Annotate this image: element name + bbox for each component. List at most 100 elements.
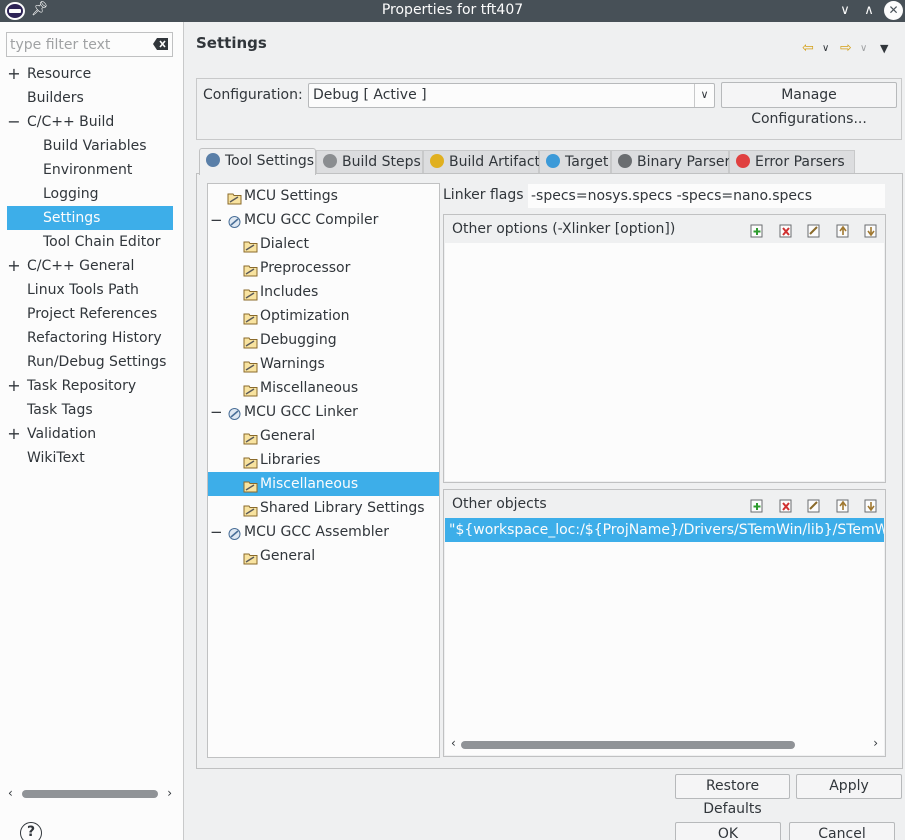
tree-item-preprocessor[interactable]: Preprocessor bbox=[208, 256, 439, 280]
tree-item-mcu-gcc-assembler[interactable]: − MCU GCC Assembler bbox=[208, 520, 439, 544]
collapse-icon[interactable]: − bbox=[210, 520, 223, 544]
sidebar-item-task-tags[interactable]: Task Tags bbox=[0, 398, 183, 422]
maximize-icon[interactable]: ∧ bbox=[859, 1, 879, 21]
cancel-button[interactable]: Cancel bbox=[789, 822, 895, 840]
tree-item-libraries[interactable]: Libraries bbox=[208, 448, 439, 472]
scrollbar-thumb[interactable] bbox=[22, 790, 158, 798]
sidebar-item-run-debug-settings[interactable]: Run/Debug Settings bbox=[0, 350, 183, 374]
tree-item-general[interactable]: General bbox=[208, 544, 439, 568]
list-item[interactable]: "${workspace_loc:/${ProjName}/Drivers/ST… bbox=[445, 518, 884, 542]
sidebar-item-project-references[interactable]: Project References bbox=[0, 302, 183, 326]
back-arrow-icon[interactable]: ⇦ bbox=[802, 40, 814, 56]
add-icon[interactable] bbox=[749, 498, 765, 513]
other-objects-list[interactable]: "${workspace_loc:/${ProjName}/Drivers/ST… bbox=[445, 518, 884, 755]
scroll-left-icon[interactable]: ‹ bbox=[8, 786, 13, 800]
collapse-icon[interactable]: − bbox=[210, 400, 223, 424]
tab-build-artifact[interactable]: Build Artifact bbox=[423, 150, 540, 174]
configuration-label: Configuration: bbox=[203, 87, 303, 103]
forward-arrow-icon[interactable]: ⇨ bbox=[840, 40, 852, 56]
restore-defaults-button[interactable]: Restore Defaults bbox=[675, 774, 790, 817]
manage-configurations-button[interactable]: Manage Configurations... bbox=[721, 82, 897, 127]
tab-tool-settings[interactable]: Tool Settings bbox=[199, 148, 316, 175]
other-options-list[interactable] bbox=[445, 243, 884, 481]
sidebar-item-environment[interactable]: Environment bbox=[0, 158, 183, 182]
tab-label: Target bbox=[565, 154, 609, 170]
sidebar-item-c-c-general[interactable]: + C/C++ General bbox=[0, 254, 183, 278]
linker-flags-input[interactable] bbox=[528, 184, 885, 208]
tree-item-miscellaneous[interactable]: Miscellaneous bbox=[208, 376, 439, 400]
move-up-icon[interactable] bbox=[835, 498, 851, 513]
tree-item-mcu-settings[interactable]: MCU Settings bbox=[208, 184, 439, 208]
tab-binary-parsers[interactable]: Binary Parsers bbox=[611, 150, 738, 174]
edit-icon[interactable] bbox=[806, 498, 822, 513]
tree-item-label: Preprocessor bbox=[260, 260, 351, 276]
delete-icon[interactable] bbox=[778, 223, 794, 238]
sidebar-item-builders[interactable]: Builders bbox=[0, 86, 183, 110]
edit-icon[interactable] bbox=[806, 223, 822, 238]
tab-label: Build Steps bbox=[342, 154, 421, 170]
sidebar-item-validation[interactable]: + Validation bbox=[0, 422, 183, 446]
sidebar-item-build-variables[interactable]: Build Variables bbox=[0, 134, 183, 158]
expand-icon[interactable]: + bbox=[7, 62, 21, 86]
sidebar-item-settings[interactable]: Settings bbox=[7, 206, 173, 230]
tab-target[interactable]: Target bbox=[539, 150, 611, 174]
sidebar-item-tool-chain-editor[interactable]: Tool Chain Editor bbox=[0, 230, 183, 254]
folder-icon bbox=[243, 357, 258, 373]
tree-item-dialect[interactable]: Dialect bbox=[208, 232, 439, 256]
back-dropdown-icon[interactable]: ∨ bbox=[822, 43, 829, 54]
collapse-icon[interactable]: − bbox=[210, 208, 223, 232]
sidebar-item-label: Task Tags bbox=[27, 402, 93, 418]
tree-item-includes[interactable]: Includes bbox=[208, 280, 439, 304]
sidebar-item-resource[interactable]: + Resource bbox=[0, 62, 183, 86]
tree-item-miscellaneous[interactable]: Miscellaneous bbox=[208, 472, 439, 496]
scroll-left-icon[interactable]: ‹ bbox=[451, 736, 456, 750]
move-down-icon[interactable] bbox=[863, 498, 879, 513]
left-horizontal-scrollbar[interactable]: ‹ › bbox=[8, 786, 172, 802]
scrollbar-thumb[interactable] bbox=[461, 741, 795, 749]
folder-icon bbox=[243, 501, 258, 517]
add-icon[interactable] bbox=[749, 223, 765, 238]
expand-icon[interactable]: + bbox=[7, 422, 21, 446]
clear-filter-icon[interactable] bbox=[152, 36, 170, 52]
delete-icon[interactable] bbox=[778, 498, 794, 513]
help-icon[interactable]: ? bbox=[20, 822, 42, 840]
expand-icon[interactable]: + bbox=[7, 374, 21, 398]
sidebar-item-refactoring-history[interactable]: Refactoring History bbox=[0, 326, 183, 350]
filter-input[interactable] bbox=[7, 33, 147, 56]
scroll-right-icon[interactable]: › bbox=[873, 736, 878, 750]
tree-item-mcu-gcc-compiler[interactable]: − MCU GCC Compiler bbox=[208, 208, 439, 232]
sidebar-item-task-repository[interactable]: + Task Repository bbox=[0, 374, 183, 398]
binary-parsers-icon bbox=[618, 154, 632, 168]
move-up-icon[interactable] bbox=[835, 223, 851, 238]
build-artifact-icon bbox=[430, 154, 444, 168]
apply-button[interactable]: Apply bbox=[796, 774, 902, 799]
view-menu-icon[interactable]: ▼ bbox=[880, 42, 888, 55]
folder-icon bbox=[243, 333, 258, 349]
window-title: Properties for tft407 bbox=[381, 2, 524, 18]
tree-item-optimization[interactable]: Optimization bbox=[208, 304, 439, 328]
sidebar-item-c-c-build[interactable]: − C/C++ Build bbox=[0, 110, 183, 134]
tree-item-general[interactable]: General bbox=[208, 424, 439, 448]
close-icon[interactable]: ✕ bbox=[884, 1, 903, 20]
configuration-select[interactable]: Debug [ Active ] ∨ bbox=[308, 83, 715, 108]
sidebar-item-linux-tools-path[interactable]: Linux Tools Path bbox=[0, 278, 183, 302]
expand-icon[interactable]: + bbox=[7, 254, 21, 278]
minimize-icon[interactable]: ∨ bbox=[835, 1, 855, 21]
chevron-down-icon[interactable]: ∨ bbox=[694, 84, 714, 107]
ok-button[interactable]: OK bbox=[675, 822, 781, 840]
tree-item-shared-library-settings[interactable]: Shared Library Settings bbox=[208, 496, 439, 520]
tree-item-mcu-gcc-linker[interactable]: − MCU GCC Linker bbox=[208, 400, 439, 424]
tree-item-debugging[interactable]: Debugging bbox=[208, 328, 439, 352]
collapse-icon[interactable]: − bbox=[7, 110, 21, 134]
objects-horizontal-scrollbar[interactable]: ‹ › bbox=[451, 736, 878, 751]
folder-icon bbox=[243, 237, 258, 253]
sidebar-item-wikitext[interactable]: WikiText bbox=[0, 446, 183, 470]
folder-icon bbox=[243, 261, 258, 277]
forward-dropdown-icon[interactable]: ∨ bbox=[860, 43, 867, 54]
scroll-right-icon[interactable]: › bbox=[167, 786, 172, 800]
tab-build-steps[interactable]: Build Steps bbox=[316, 150, 423, 174]
move-down-icon[interactable] bbox=[863, 223, 879, 238]
tab-error-parsers[interactable]: Error Parsers bbox=[729, 150, 855, 174]
tree-item-warnings[interactable]: Warnings bbox=[208, 352, 439, 376]
sidebar-item-logging[interactable]: Logging bbox=[0, 182, 183, 206]
